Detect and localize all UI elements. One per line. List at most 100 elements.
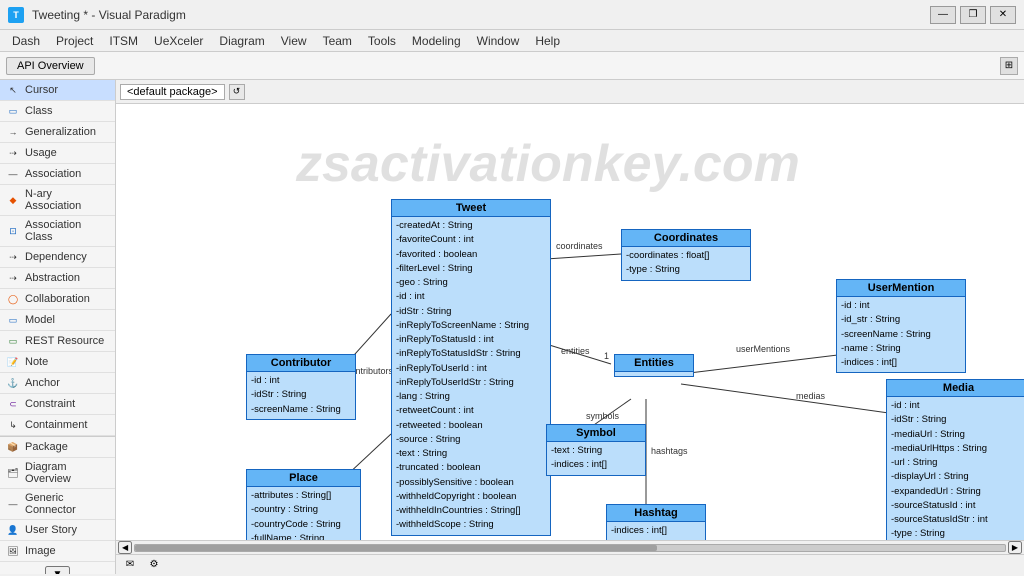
- coordinates-body: -coordinates : float[] -type : String: [622, 247, 750, 280]
- model-icon: ▭: [6, 313, 20, 327]
- association-icon: —: [6, 167, 20, 181]
- menu-item-dash[interactable]: Dash: [4, 32, 48, 50]
- media-header: Media: [887, 380, 1024, 397]
- place-body: -attributes : String[] -country : String…: [247, 487, 360, 540]
- close-button[interactable]: ✕: [990, 6, 1016, 24]
- sidebar-story-label: User Story: [25, 524, 77, 536]
- tweet-class[interactable]: Tweet -createdAt : String -favoriteCount…: [391, 199, 551, 536]
- diagram-ov-icon: 🗂: [6, 466, 20, 480]
- email-icon[interactable]: ✉: [122, 557, 138, 573]
- sidebar-dep-label: Dependency: [25, 251, 87, 263]
- sidebar-item-association[interactable]: — Association: [0, 164, 115, 185]
- sidebar-item-model[interactable]: ▭ Model: [0, 310, 115, 331]
- menu-item-team[interactable]: Team: [315, 32, 360, 50]
- sidebar-item-constraint[interactable]: ⊂ Constraint: [0, 394, 115, 415]
- sidebar-item-assoc-class[interactable]: ⊡ Association Class: [0, 216, 115, 247]
- rest-icon: ▭: [6, 334, 20, 348]
- sidebar-item-rest[interactable]: ▭ REST Resource: [0, 331, 115, 352]
- place-class[interactable]: Place -attributes : String[] -country : …: [246, 469, 361, 540]
- watermark: zsactivationkey.com: [296, 134, 800, 194]
- user-mention-header: UserMention: [837, 280, 965, 297]
- sidebar-item-collaboration[interactable]: ◯ Collaboration: [0, 289, 115, 310]
- assoc-class-icon: ⊡: [6, 224, 20, 238]
- menu-item-tools[interactable]: Tools: [360, 32, 404, 50]
- maximize-button[interactable]: ❐: [960, 6, 986, 24]
- titlebar: T Tweeting * - Visual Paradigm — ❐ ✕: [0, 0, 1024, 30]
- symbol-body: -text : String -indices : int[]: [547, 442, 645, 475]
- menu-item-itsm[interactable]: ITSM: [101, 32, 146, 50]
- settings-icon[interactable]: ⚙: [146, 557, 162, 573]
- titlebar-left: T Tweeting * - Visual Paradigm: [8, 7, 186, 23]
- sidebar-item-containment[interactable]: ↳ Containment: [0, 415, 115, 436]
- sidebar-item-generalization[interactable]: → Generalization: [0, 122, 115, 143]
- minimize-button[interactable]: —: [930, 6, 956, 24]
- tweet-body: -createdAt : String -favoriteCount : int…: [392, 217, 550, 535]
- sidebar-item-diagram-overview[interactable]: 🗂 Diagram Overview: [0, 458, 115, 489]
- menu-item-view[interactable]: View: [273, 32, 315, 50]
- sidebar-gen-label: Generalization: [25, 126, 96, 138]
- package-icon: 📦: [6, 440, 20, 454]
- sidebar-item-image[interactable]: 🖼 Image: [0, 541, 115, 562]
- user-mention-class[interactable]: UserMention -id : int -id_str : String -…: [836, 279, 966, 373]
- coordinates-class[interactable]: Coordinates -coordinates : float[] -type…: [621, 229, 751, 281]
- canvas-toolbar: <default package> ↺: [116, 80, 1024, 104]
- canvas-container: <default package> ↺ zsactivationkey.com …: [116, 80, 1024, 574]
- menu-item-project[interactable]: Project: [48, 32, 101, 50]
- svg-text:1: 1: [604, 351, 609, 361]
- hashtag-body: -indices : int[] -text : String: [607, 522, 705, 540]
- sidebar-item-note[interactable]: 📝 Note: [0, 352, 115, 373]
- canvas[interactable]: zsactivationkey.com * contributors * pla…: [116, 104, 1024, 540]
- sidebar-item-generic[interactable]: — Generic Connector: [0, 489, 115, 520]
- sidebar-generic-label: Generic Connector: [25, 492, 109, 516]
- media-body: -id : int -idStr : String -mediaUrl : St…: [887, 397, 1024, 540]
- sidebar-item-abstraction[interactable]: ⇢ Abstraction: [0, 268, 115, 289]
- svg-text:medias: medias: [796, 391, 826, 401]
- sidebar-diag-ov-label: Diagram Overview: [25, 461, 109, 485]
- scroll-right-button[interactable]: ▶: [1008, 541, 1022, 554]
- panel-toggle-button[interactable]: ⊞: [1000, 57, 1018, 75]
- menu-item-modeling[interactable]: Modeling: [404, 32, 469, 50]
- sidebar-item-usage[interactable]: ⇢ Usage: [0, 143, 115, 164]
- sidebar-contain-label: Containment: [25, 419, 87, 431]
- sidebar: ↖ Cursor ▭ Class → Generalization ⇢ Usag…: [0, 80, 116, 574]
- collab-icon: ◯: [6, 292, 20, 306]
- sidebar-down-arrow[interactable]: ▼: [45, 566, 71, 574]
- canvas-refresh-button[interactable]: ↺: [229, 84, 245, 100]
- media-class[interactable]: Media -id : int -idStr : String -mediaUr…: [886, 379, 1024, 540]
- sidebar-item-anchor[interactable]: ⚓ Anchor: [0, 373, 115, 394]
- menu-item-uexceler[interactable]: UeXceler: [146, 32, 211, 50]
- svg-text:hashtags: hashtags: [651, 446, 688, 456]
- sidebar-item-package[interactable]: 📦 Package: [0, 437, 115, 458]
- sidebar-item-class[interactable]: ▭ Class: [0, 101, 115, 122]
- sidebar-class-label: Class: [25, 105, 53, 117]
- place-header: Place: [247, 470, 360, 487]
- sidebar-item-nary[interactable]: ◆ N-ary Association: [0, 185, 115, 216]
- class-icon: ▭: [6, 104, 20, 118]
- menu-item-diagram[interactable]: Diagram: [211, 32, 272, 50]
- contributor-class[interactable]: Contributor -id : int -idStr : String -s…: [246, 354, 356, 420]
- package-selector[interactable]: <default package>: [120, 84, 225, 100]
- symbol-header: Symbol: [547, 425, 645, 442]
- dependency-icon: ⇢: [6, 250, 20, 264]
- symbol-class[interactable]: Symbol -text : String -indices : int[]: [546, 424, 646, 476]
- sidebar-item-user-story[interactable]: 👤 User Story: [0, 520, 115, 541]
- hashtag-class[interactable]: Hashtag -indices : int[] -text : String: [606, 504, 706, 540]
- svg-text:entities: entities: [561, 346, 590, 356]
- entities-class[interactable]: Entities: [614, 354, 694, 377]
- canvas-scrollbar[interactable]: ◀ ▶: [116, 540, 1024, 554]
- sidebar-image-label: Image: [25, 545, 56, 557]
- sidebar-item-dependency[interactable]: ⇢ Dependency: [0, 247, 115, 268]
- titlebar-controls: — ❐ ✕: [930, 6, 1016, 24]
- coordinates-header: Coordinates: [622, 230, 750, 247]
- sidebar-abs-label: Abstraction: [25, 272, 80, 284]
- menu-item-help[interactable]: Help: [527, 32, 568, 50]
- scroll-left-button[interactable]: ◀: [118, 541, 132, 554]
- svg-text:symbols: symbols: [586, 411, 620, 421]
- image-icon: 🖼: [6, 544, 20, 558]
- contributor-body: -id : int -idStr : String -screenName : …: [247, 372, 355, 419]
- menu-item-window[interactable]: Window: [469, 32, 528, 50]
- status-bar: ✉ ⚙: [116, 554, 1024, 574]
- sidebar-cursor[interactable]: ↖ Cursor: [0, 80, 115, 101]
- sidebar-model-label: Model: [25, 314, 55, 326]
- api-overview-button[interactable]: API Overview: [6, 57, 95, 75]
